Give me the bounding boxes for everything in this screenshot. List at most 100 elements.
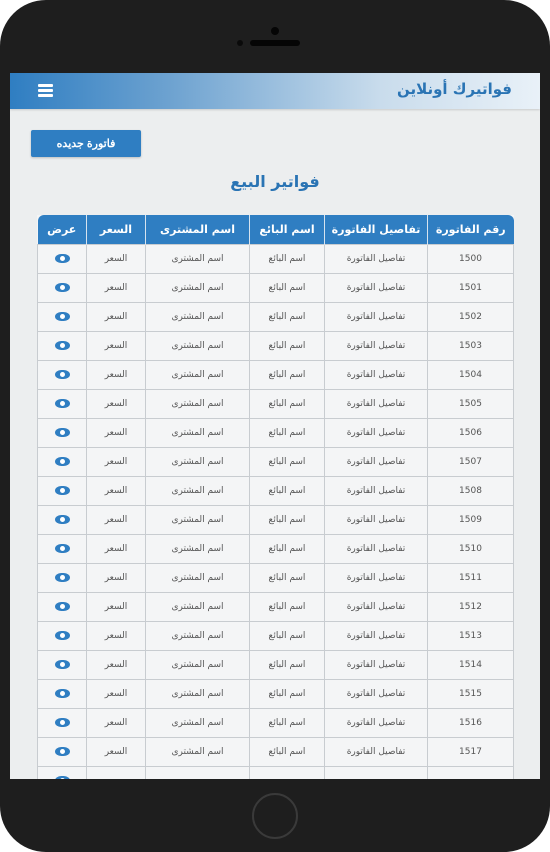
view-cell (37, 330, 87, 361)
price-cell: السعر (86, 562, 146, 593)
table-row[interactable]: 1517 تفاصيل الفاتورة اسم البائع اسم المشترى… (37, 736, 514, 767)
invoice-details-cell: تفاصيل الفاتورة (324, 562, 428, 593)
eye-icon[interactable] (54, 746, 70, 756)
eye-icon[interactable] (54, 543, 70, 553)
table-row[interactable]: 1506 تفاصيل الفاتورة اسم البائع اسم المشترى… (37, 417, 514, 448)
column-header-view[interactable]: عرض (37, 215, 87, 244)
table-row[interactable] (37, 765, 514, 779)
eye-icon[interactable] (54, 659, 70, 669)
eye-icon[interactable] (54, 572, 70, 582)
eye-icon[interactable] (54, 717, 70, 727)
eye-icon[interactable] (54, 340, 70, 350)
eye-icon[interactable] (54, 775, 70, 779)
invoice-details-cell (324, 765, 428, 779)
view-cell (37, 562, 87, 593)
table-row[interactable]: 1502 تفاصيل الفاتورة اسم البائع اسم المشترى… (37, 301, 514, 332)
column-header-invoice-number[interactable]: رقم الفاتورة (427, 215, 514, 244)
invoice-number-cell: 1500 (427, 243, 514, 274)
price-cell: السعر (86, 649, 146, 680)
table-row[interactable]: 1509 تفاصيل الفاتورة اسم البائع اسم المشترى… (37, 504, 514, 535)
table-row[interactable]: 1501 تفاصيل الفاتورة اسم البائع اسم المشترى… (37, 272, 514, 303)
sensor (271, 27, 279, 35)
table-row[interactable]: 1512 تفاصيل الفاتورة اسم البائع اسم المشترى… (37, 591, 514, 622)
view-cell (37, 417, 87, 448)
invoice-number-cell: 1503 (427, 330, 514, 361)
price-cell: السعر (86, 475, 146, 506)
screen: فواتيرك أونلاين فاتورة جديده فواتير البي… (10, 73, 540, 779)
home-button[interactable] (252, 793, 298, 839)
table-row[interactable]: 1516 تفاصيل الفاتورة اسم البائع اسم المشترى… (37, 707, 514, 738)
seller-name-cell: اسم البائع (249, 649, 325, 680)
price-cell: السعر (86, 533, 146, 564)
table-row[interactable]: 1500 تفاصيل الفاتورة اسم البائع اسم المشترى… (37, 243, 514, 274)
eye-icon[interactable] (54, 253, 70, 263)
table-row[interactable]: 1503 تفاصيل الفاتورة اسم البائع اسم المشترى… (37, 330, 514, 361)
price-cell: السعر (86, 591, 146, 622)
eye-icon[interactable] (54, 630, 70, 640)
column-header-buyer-name[interactable]: اسم المشترى (145, 215, 250, 244)
invoice-details-cell: تفاصيل الفاتورة (324, 475, 428, 506)
view-cell (37, 301, 87, 332)
table-header-row: رقم الفاتورة تفاصيل الفاتورة اسم البائع … (37, 215, 514, 244)
table-row[interactable]: 1504 تفاصيل الفاتورة اسم البائع اسم المشترى… (37, 359, 514, 390)
price-cell: السعر (86, 388, 146, 419)
column-header-invoice-details[interactable]: تفاصيل الفاتورة (324, 215, 428, 244)
table-row[interactable]: 1514 تفاصيل الفاتورة اسم البائع اسم المشترى… (37, 649, 514, 680)
tablet-device-frame: فواتيرك أونلاين فاتورة جديده فواتير البي… (0, 0, 550, 852)
invoice-number-cell: 1502 (427, 301, 514, 332)
view-cell (37, 446, 87, 477)
hamburger-menu-icon[interactable] (38, 84, 53, 97)
eye-icon[interactable] (54, 514, 70, 524)
price-cell: السعر (86, 504, 146, 535)
table-row[interactable]: 1508 تفاصيل الفاتورة اسم البائع اسم المشترى… (37, 475, 514, 506)
table-row[interactable]: 1505 تفاصيل الفاتورة اسم البائع اسم المشترى… (37, 388, 514, 419)
eye-icon[interactable] (54, 601, 70, 611)
eye-icon[interactable] (54, 485, 70, 495)
buyer-name-cell: اسم المشترى (145, 707, 250, 738)
invoices-table-container: رقم الفاتورة تفاصيل الفاتورة اسم البائع … (37, 215, 514, 779)
view-cell (37, 533, 87, 564)
column-header-price[interactable]: السعر (86, 215, 146, 244)
invoice-details-cell: تفاصيل الفاتورة (324, 591, 428, 622)
table-row[interactable]: 1511 تفاصيل الفاتورة اسم البائع اسم المشترى… (37, 562, 514, 593)
invoice-details-cell: تفاصيل الفاتورة (324, 272, 428, 303)
buyer-name-cell: اسم المشترى (145, 591, 250, 622)
table-row[interactable]: 1507 تفاصيل الفاتورة اسم البائع اسم المشترى… (37, 446, 514, 477)
table-row[interactable]: 1513 تفاصيل الفاتورة اسم البائع اسم المشترى… (37, 620, 514, 651)
invoice-details-cell: تفاصيل الفاتورة (324, 359, 428, 390)
eye-icon[interactable] (54, 311, 70, 321)
view-cell (37, 272, 87, 303)
new-invoice-button[interactable]: فاتورة جديده (31, 130, 141, 157)
buyer-name-cell: اسم المشترى (145, 475, 250, 506)
view-cell (37, 765, 87, 779)
buyer-name-cell: اسم المشترى (145, 504, 250, 535)
eye-icon[interactable] (54, 282, 70, 292)
buyer-name-cell: اسم المشترى (145, 736, 250, 767)
eye-icon[interactable] (54, 688, 70, 698)
speaker-grille (250, 40, 300, 46)
seller-name-cell: اسم البائع (249, 417, 325, 448)
invoice-number-cell: 1515 (427, 678, 514, 709)
eye-icon[interactable] (54, 456, 70, 466)
invoice-details-cell: تفاصيل الفاتورة (324, 707, 428, 738)
seller-name-cell: اسم البائع (249, 243, 325, 274)
seller-name-cell: اسم البائع (249, 591, 325, 622)
buyer-name-cell: اسم المشترى (145, 562, 250, 593)
invoice-number-cell: 1510 (427, 533, 514, 564)
invoice-number-cell: 1516 (427, 707, 514, 738)
view-cell (37, 359, 87, 390)
invoice-details-cell: تفاصيل الفاتورة (324, 446, 428, 477)
table-row[interactable]: 1515 تفاصيل الفاتورة اسم البائع اسم المشترى… (37, 678, 514, 709)
invoice-details-cell: تفاصيل الفاتورة (324, 330, 428, 361)
eye-icon[interactable] (54, 369, 70, 379)
column-header-seller-name[interactable]: اسم البائع (249, 215, 325, 244)
eye-icon[interactable] (54, 398, 70, 408)
table-row[interactable]: 1510 تفاصيل الفاتورة اسم البائع اسم المشترى… (37, 533, 514, 564)
seller-name-cell: اسم البائع (249, 562, 325, 593)
buyer-name-cell (145, 765, 250, 779)
eye-icon[interactable] (54, 427, 70, 437)
price-cell: السعر (86, 330, 146, 361)
price-cell: السعر (86, 678, 146, 709)
view-cell (37, 620, 87, 651)
invoice-details-cell: تفاصيل الفاتورة (324, 417, 428, 448)
